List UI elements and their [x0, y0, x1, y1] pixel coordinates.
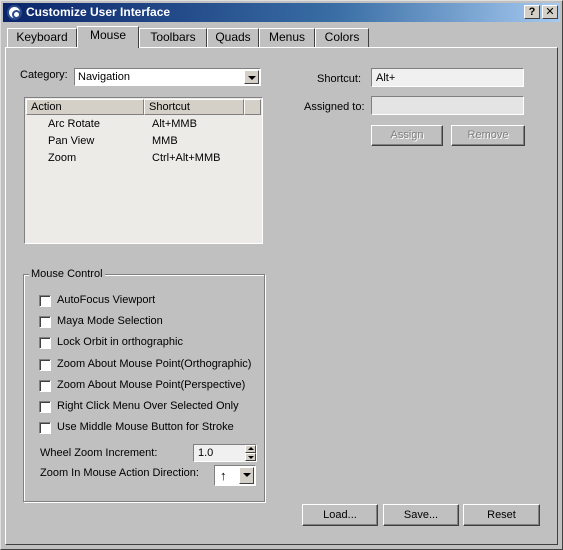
tab-toolbars[interactable]: Toolbars — [139, 28, 207, 47]
checkbox[interactable] — [39, 401, 51, 413]
column-header-action[interactable]: Action — [26, 99, 144, 115]
mouse-control-options: AutoFocus Viewport Maya Mode Selection L… — [39, 294, 259, 435]
remove-button[interactable]: Remove — [451, 125, 525, 146]
option-label: Zoom About Mouse Point(Orthographic) — [57, 358, 252, 370]
shortcut-input[interactable] — [372, 69, 523, 86]
assigned-to-label: Assigned to: — [304, 101, 365, 113]
reset-button[interactable]: Reset — [463, 504, 540, 526]
assign-button[interactable]: Assign — [371, 125, 443, 146]
action-name: Pan View — [48, 135, 95, 147]
assigned-to-field — [371, 96, 524, 115]
wheel-zoom-label: Wheel Zoom Increment: — [40, 447, 158, 459]
close-button[interactable]: ✕ — [542, 5, 558, 19]
arrow-up-icon: ↑ — [220, 468, 227, 483]
option-label: Lock Orbit in orthographic — [57, 336, 183, 348]
checkbox[interactable] — [39, 316, 51, 328]
checkbox[interactable] — [39, 359, 51, 371]
checkbox[interactable] — [39, 422, 51, 434]
chevron-down-icon[interactable] — [244, 70, 259, 84]
mouse-tab-panel: Category: Navigation Action Shortcut Arc… — [5, 47, 558, 545]
action-list[interactable]: Action Shortcut Arc Rotate Alt+MMB Pan V… — [24, 97, 263, 244]
category-dropdown[interactable]: Navigation — [74, 68, 261, 86]
chevron-down-icon[interactable] — [239, 467, 254, 484]
wheel-zoom-spinner[interactable] — [193, 444, 257, 462]
shortcut-label: Shortcut: — [317, 73, 362, 85]
window-title: Customize User Interface — [26, 5, 171, 19]
action-shortcut: MMB — [152, 135, 178, 147]
option-label: AutoFocus Viewport — [57, 294, 156, 306]
help-button[interactable]: ? — [524, 5, 540, 19]
customize-ui-window: Customize User Interface ? ✕ Keyboard Mo… — [0, 0, 563, 550]
title-bar[interactable]: Customize User Interface ? ✕ — [3, 3, 560, 22]
tab-menus[interactable]: Menus — [259, 28, 315, 47]
tab-colors[interactable]: Colors — [315, 28, 369, 47]
option-label: Use Middle Mouse Button for Stroke — [57, 421, 234, 433]
list-item[interactable]: Arc Rotate Alt+MMB — [27, 116, 257, 132]
load-button[interactable]: Load... — [302, 504, 378, 526]
app-logo-icon — [7, 5, 22, 20]
column-header-blank — [244, 99, 261, 115]
option-label: Zoom About Mouse Point(Perspective) — [57, 379, 246, 391]
zoom-direction-dropdown[interactable]: ↑ — [214, 465, 256, 486]
assigned-to-input — [372, 97, 523, 114]
spinner-up-icon[interactable] — [245, 445, 256, 453]
wheel-zoom-input[interactable] — [194, 445, 244, 461]
checkbox[interactable] — [39, 337, 51, 349]
mouse-control-title: Mouse Control — [29, 268, 105, 280]
checkbox[interactable] — [39, 295, 51, 307]
list-item[interactable]: Zoom Ctrl+Alt+MMB — [27, 150, 257, 166]
tab-mouse[interactable]: Mouse — [77, 26, 139, 48]
list-item[interactable]: Pan View MMB — [27, 133, 257, 149]
category-value: Navigation — [78, 71, 130, 83]
option-label: Maya Mode Selection — [57, 315, 163, 327]
column-header-shortcut[interactable]: Shortcut — [144, 99, 244, 115]
tab-quads[interactable]: Quads — [207, 28, 259, 47]
option-label: Right Click Menu Over Selected Only — [57, 400, 239, 412]
action-name: Arc Rotate — [48, 118, 100, 130]
save-button[interactable]: Save... — [383, 504, 459, 526]
tab-keyboard[interactable]: Keyboard — [7, 28, 77, 47]
action-shortcut: Ctrl+Alt+MMB — [152, 152, 221, 164]
spinner-down-icon[interactable] — [245, 453, 256, 461]
checkbox[interactable] — [39, 380, 51, 392]
zoom-direction-label: Zoom In Mouse Action Direction: — [40, 467, 199, 479]
action-shortcut: Alt+MMB — [152, 118, 197, 130]
action-name: Zoom — [48, 152, 77, 164]
category-label: Category: — [20, 69, 68, 81]
shortcut-field[interactable] — [371, 68, 524, 87]
